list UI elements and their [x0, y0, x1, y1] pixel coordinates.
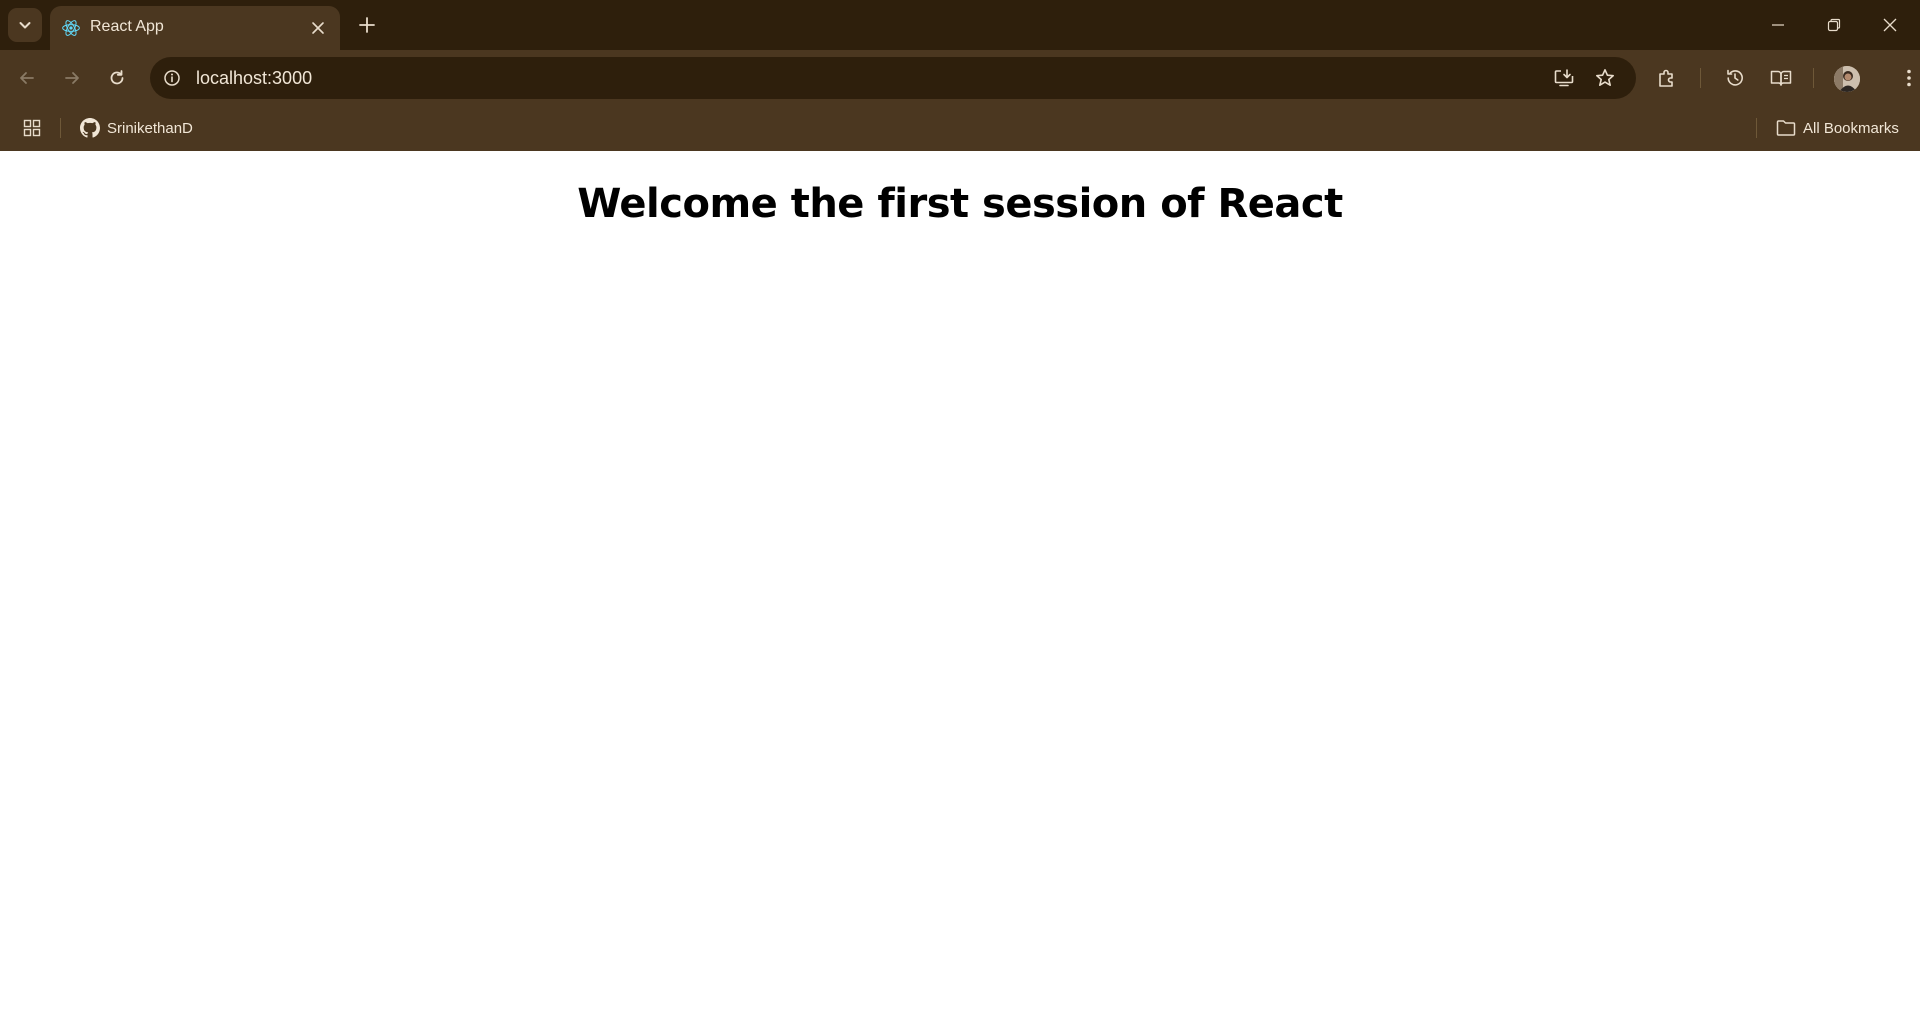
back-button[interactable] — [10, 61, 44, 95]
bookmark-star-button[interactable] — [1593, 66, 1617, 90]
reading-mode-button[interactable] — [1766, 63, 1796, 93]
site-info-button[interactable] — [160, 66, 184, 90]
restore-icon — [1827, 18, 1841, 32]
more-vertical-icon — [1907, 69, 1911, 87]
tab-title: React App — [90, 18, 164, 35]
close-window-button[interactable] — [1862, 0, 1918, 50]
puzzle-icon — [1659, 69, 1673, 87]
install-app-button[interactable] — [1552, 66, 1576, 90]
bookmarks-bar: SrinikethanD All Bookmarks — [0, 106, 1920, 151]
star-icon — [1596, 69, 1614, 86]
page-heading: Welcome the first session of React — [577, 181, 1343, 227]
toolbar-divider — [1813, 68, 1814, 88]
reading-mode-icon — [1770, 70, 1792, 86]
browser-titlebar: React App — [0, 0, 1920, 50]
tab-close-button[interactable] — [308, 18, 328, 38]
close-icon — [312, 22, 324, 34]
bookmarks-divider — [1756, 118, 1757, 138]
arrow-right-icon — [65, 72, 79, 84]
github-icon — [80, 118, 100, 138]
minimize-icon — [1772, 24, 1784, 26]
folder-icon — [1776, 120, 1796, 136]
reload-icon — [110, 70, 124, 85]
install-app-icon — [1554, 69, 1574, 87]
apps-button[interactable] — [18, 114, 46, 142]
bookmark-label: SrinikethanD — [107, 119, 193, 137]
all-bookmarks-button[interactable]: All Bookmarks — [1772, 113, 1903, 143]
close-icon — [1883, 18, 1897, 32]
user-avatar-icon — [1834, 66, 1860, 92]
plus-icon — [359, 17, 375, 33]
minimize-window-button[interactable] — [1750, 0, 1806, 50]
info-icon — [164, 70, 180, 86]
profile-avatar[interactable] — [1834, 66, 1860, 92]
browser-menu-button[interactable] — [1894, 63, 1920, 93]
address-bar[interactable]: localhost:3000 — [150, 57, 1636, 99]
browser-toolbar: localhost:3000 — [0, 50, 1920, 106]
history-icon — [1727, 69, 1743, 86]
new-tab-button[interactable] — [352, 10, 382, 40]
chevron-down-icon — [19, 22, 31, 29]
arrow-left-icon — [20, 72, 34, 84]
apps-grid-icon — [23, 119, 41, 137]
restore-window-button[interactable] — [1806, 0, 1862, 50]
react-logo-icon — [62, 20, 80, 36]
tab-search-button[interactable] — [8, 8, 42, 42]
forward-button[interactable] — [55, 61, 89, 95]
page-viewport: Welcome the first session of React — [0, 151, 1920, 1020]
address-bar-url[interactable]: localhost:3000 — [196, 68, 312, 89]
browser-tab-active[interactable]: React App — [50, 6, 340, 50]
bookmarks-divider — [60, 118, 61, 138]
toolbar-divider — [1700, 68, 1701, 88]
extensions-button[interactable] — [1652, 63, 1682, 93]
all-bookmarks-label: All Bookmarks — [1803, 119, 1899, 137]
bookmark-item[interactable]: SrinikethanD — [76, 113, 197, 143]
reload-button[interactable] — [100, 61, 134, 95]
history-button[interactable] — [1720, 63, 1750, 93]
